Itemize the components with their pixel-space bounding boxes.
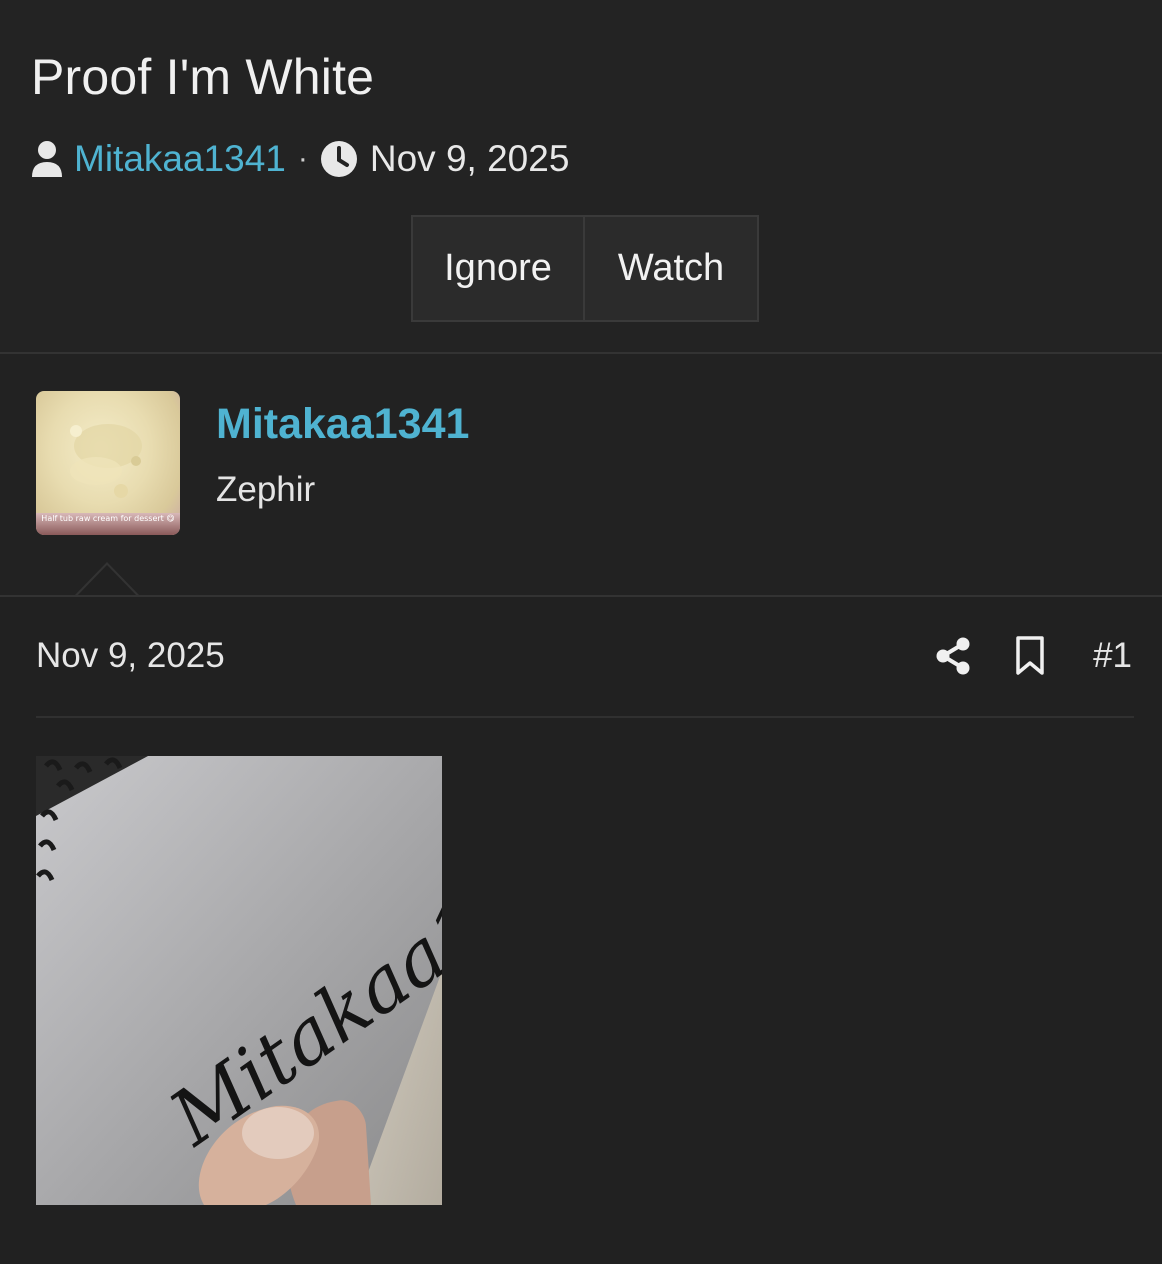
divider <box>0 595 1162 597</box>
user-icon <box>32 141 62 177</box>
post-date[interactable]: Nov 9, 2025 <box>36 636 225 676</box>
ignore-button[interactable]: Ignore <box>413 217 585 320</box>
thread-action-buttons: Ignore Watch <box>411 215 759 322</box>
post-user-block: Half tub raw cream for dessert 😋 Mitakaa… <box>0 354 1162 596</box>
divider <box>36 716 1134 718</box>
thread-meta: Mitakaa1341 · Nov 9, 2025 <box>30 138 569 180</box>
thread-header: Proof I'm White Mitakaa1341 · Nov 9, 202… <box>0 0 1162 353</box>
post-actions: #1 <box>935 632 1132 680</box>
thread-date[interactable]: Nov 9, 2025 <box>370 138 570 180</box>
post-number-link[interactable]: #1 <box>1093 636 1132 676</box>
thread-author-link[interactable]: Mitakaa1341 <box>74 138 286 180</box>
avatar-caption: Half tub raw cream for dessert 😋 <box>41 514 175 523</box>
avatar[interactable]: Half tub raw cream for dessert 😋 <box>36 391 180 535</box>
post-username[interactable]: Mitakaa1341 <box>216 400 469 449</box>
clock-icon <box>320 141 357 177</box>
share-icon[interactable] <box>935 636 971 676</box>
meta-separator: · <box>297 142 308 175</box>
bookmark-icon[interactable] <box>1015 636 1045 676</box>
user-title: Zephir <box>216 470 316 509</box>
attached-image[interactable]: Mitakaa1341 <box>36 756 442 1205</box>
message-pointer <box>74 562 140 597</box>
thread-title: Proof I'm White <box>31 49 375 105</box>
watch-button[interactable]: Watch <box>585 217 757 320</box>
attachment-drawing: Mitakaa1341 <box>36 756 442 1205</box>
